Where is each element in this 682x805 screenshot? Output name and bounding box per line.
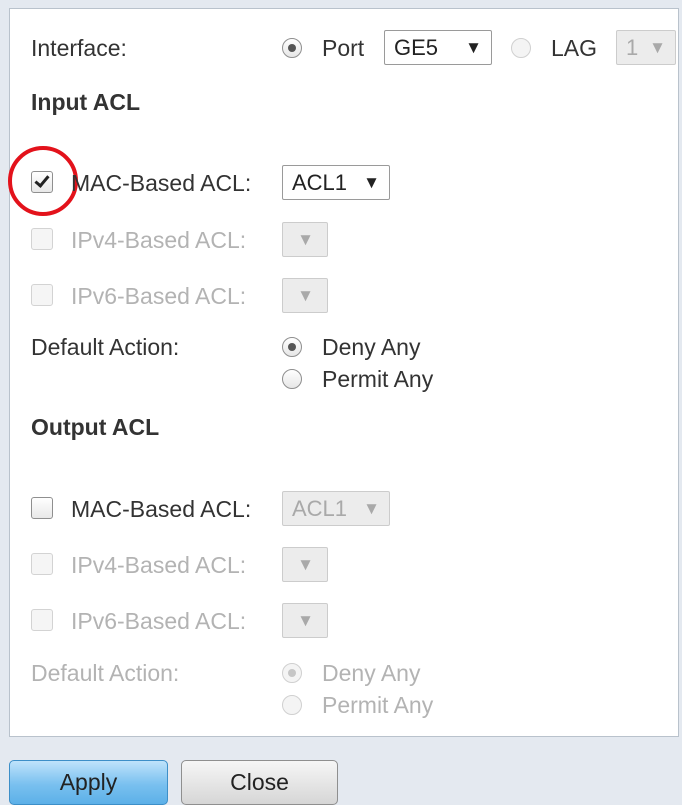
output-ipv4-acl-select[interactable]: ▼ xyxy=(282,547,328,582)
port-select[interactable]: GE5 ▼ xyxy=(384,30,492,65)
lag-radio-label: LAG xyxy=(551,35,598,61)
output-deny-any-radio[interactable] xyxy=(282,663,302,683)
close-button[interactable]: Close xyxy=(181,760,338,805)
output-mac-acl-checkbox[interactable] xyxy=(31,497,53,519)
output-ipv6-acl-checkbox[interactable] xyxy=(31,609,53,631)
lag-select[interactable]: 1 ▼ xyxy=(616,30,676,65)
chevron-down-icon: ▼ xyxy=(297,286,314,305)
input-acl-heading: Input ACL xyxy=(31,89,141,115)
chevron-down-icon: ▼ xyxy=(363,173,380,192)
output-mac-acl-value: ACL1 xyxy=(292,496,348,521)
output-ipv4-acl-label: IPv4-Based ACL: xyxy=(71,552,247,578)
input-mac-acl-value: ACL1 xyxy=(292,170,348,195)
input-ipv6-acl-select[interactable]: ▼ xyxy=(282,278,328,313)
output-ipv4-acl-checkbox[interactable] xyxy=(31,553,53,575)
output-default-action-label: Default Action: xyxy=(31,660,180,686)
highlight-circle xyxy=(8,146,78,216)
chevron-down-icon: ▼ xyxy=(649,38,666,57)
input-ipv6-acl-checkbox[interactable] xyxy=(31,284,53,306)
chevron-down-icon: ▼ xyxy=(297,555,314,574)
chevron-down-icon: ▼ xyxy=(297,230,314,249)
output-ipv6-acl-select[interactable]: ▼ xyxy=(282,603,328,638)
input-ipv4-acl-checkbox[interactable] xyxy=(31,228,53,250)
input-default-action-label: Default Action: xyxy=(31,334,180,360)
lag-radio[interactable] xyxy=(511,38,531,58)
output-deny-any-label: Deny Any xyxy=(322,660,421,686)
input-deny-any-label: Deny Any xyxy=(322,334,421,360)
output-permit-any-radio[interactable] xyxy=(282,695,302,715)
chevron-down-icon: ▼ xyxy=(465,38,482,57)
chevron-down-icon: ▼ xyxy=(297,611,314,630)
port-radio[interactable] xyxy=(282,38,302,58)
input-mac-acl-label: MAC-Based ACL: xyxy=(71,170,252,196)
interface-label: Interface: xyxy=(31,35,127,61)
input-permit-any-label: Permit Any xyxy=(322,366,434,392)
input-deny-any-radio[interactable] xyxy=(282,337,302,357)
input-ipv4-acl-label: IPv4-Based ACL: xyxy=(71,227,247,253)
input-ipv6-acl-label: IPv6-Based ACL: xyxy=(71,283,247,309)
output-mac-acl-select[interactable]: ACL1 ▼ xyxy=(282,491,390,526)
chevron-down-icon: ▼ xyxy=(363,499,380,518)
lag-select-value: 1 xyxy=(626,35,639,60)
output-acl-heading: Output ACL xyxy=(31,414,160,440)
port-radio-label: Port xyxy=(322,35,365,61)
port-select-value: GE5 xyxy=(394,35,439,60)
apply-button[interactable]: Apply xyxy=(9,760,168,805)
output-ipv6-acl-label: IPv6-Based ACL: xyxy=(71,608,247,634)
output-mac-acl-label: MAC-Based ACL: xyxy=(71,496,252,522)
input-ipv4-acl-select[interactable]: ▼ xyxy=(282,222,328,257)
output-permit-any-label: Permit Any xyxy=(322,692,434,718)
input-mac-acl-select[interactable]: ACL1 ▼ xyxy=(282,165,390,200)
input-permit-any-radio[interactable] xyxy=(282,369,302,389)
